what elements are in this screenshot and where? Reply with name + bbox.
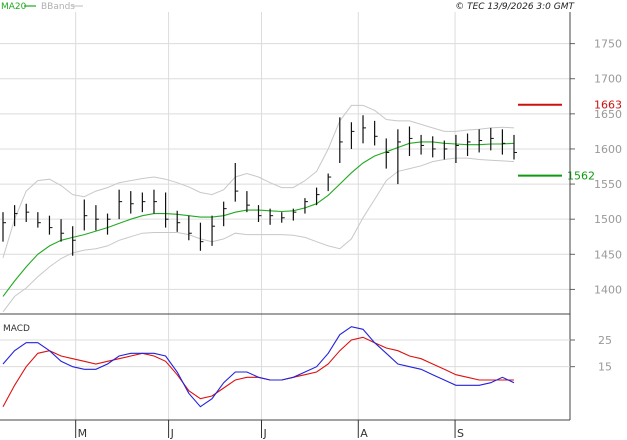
- support-label: 1562: [567, 170, 595, 183]
- stock-chart: 14001450150015501600165017001750 1663 15…: [0, 2, 622, 440]
- price-tick-label: 1600: [594, 143, 622, 156]
- macd-tick-label: 25: [598, 334, 612, 347]
- legend-bbands: BBands: [41, 2, 75, 12]
- price-tick-label: 1550: [594, 178, 622, 191]
- month-label: J: [263, 427, 267, 440]
- legend-ma20: MA20: [1, 2, 27, 12]
- price-tick-label: 1500: [594, 213, 622, 226]
- price-tick-label: 1750: [594, 38, 622, 51]
- macd-tick-label: 15: [598, 361, 612, 374]
- month-label: J: [170, 427, 174, 440]
- month-label: S: [457, 427, 464, 440]
- price-tick-label: 1400: [594, 283, 622, 296]
- copyright: © TEC 13/9/2026 3:0 GMT: [455, 2, 575, 12]
- macd-title: MACD: [3, 324, 30, 334]
- month-label: M: [78, 427, 88, 440]
- resistance-label: 1663: [594, 99, 622, 112]
- chart-frame: [0, 12, 570, 440]
- price-tick-label: 1450: [594, 248, 622, 261]
- macd-axis: 1525: [570, 334, 612, 374]
- month-label: A: [360, 427, 368, 440]
- price-tick-label: 1700: [594, 73, 622, 86]
- price-axis: 14001450150015501600165017001750: [570, 38, 622, 296]
